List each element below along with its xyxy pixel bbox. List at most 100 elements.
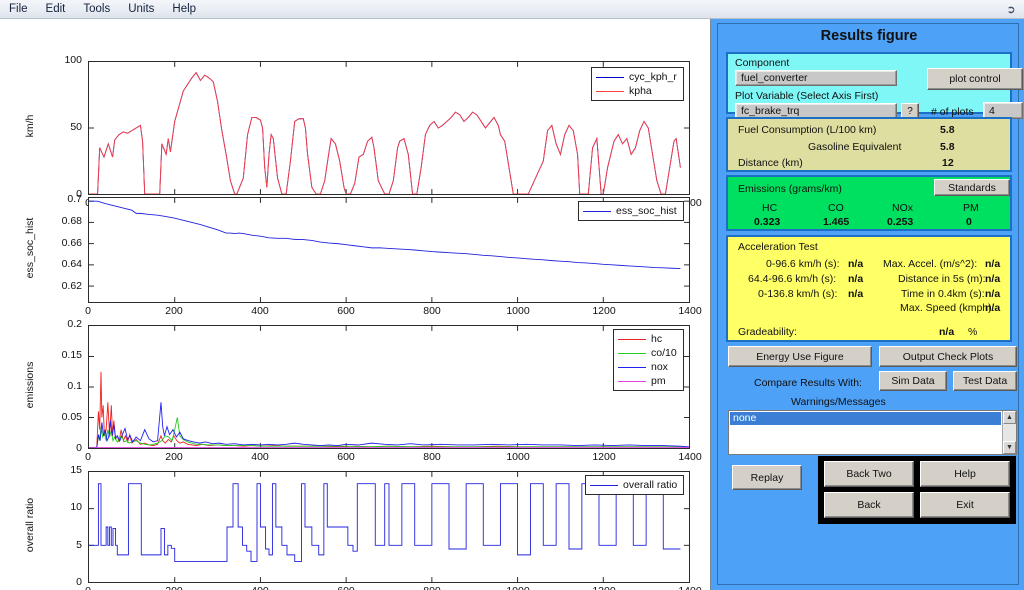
plot-0-legend[interactable]: cyc_kph_r kpha [591,67,684,101]
legend-entry: nox [618,361,677,373]
plot-1-xtick-1: 200 [165,305,183,317]
menu-item-units[interactable]: Units [119,0,163,18]
control-panel-frame: Results figure Component fuel_converter … [717,23,1023,585]
emissions-value-hc: 0.323 [754,216,781,228]
distance-label: Distance (km) [738,157,803,169]
menu-item-edit[interactable]: Edit [37,0,75,18]
plot-3-xtick-6: 1200 [581,585,627,590]
component-label: Component [735,57,790,69]
accel-right-2-value: n/a [985,288,1001,300]
legend-line-icon [618,366,646,368]
plot-3-xtick-4: 800 [409,585,455,590]
plot-variable-label: Plot Variable (Select Axis First) [735,90,879,102]
restore-window-icon[interactable]: ➲ [1004,3,1018,17]
legend-label: co/10 [651,347,677,359]
legend-line-icon [618,352,646,354]
plot-1-xtick-5: 1000 [506,305,530,317]
legend-entry: overall ratio [590,479,677,491]
menu-bar: File Edit Tools Units Help ➲ [0,0,1024,19]
back-button[interactable]: Back [824,492,914,518]
replay-button[interactable]: Replay [732,465,802,490]
component-group: Component fuel_converter plot control Pl… [726,52,1023,119]
plot-2-xtick-5: 1000 [506,451,530,463]
plot-1-xtick-4: 800 [423,305,441,317]
legend-label: overall ratio [623,479,678,491]
plot-3-ylabel: overall ratio [24,497,36,553]
scroll-up-icon[interactable]: ▲ [1003,411,1016,424]
sim-data-button[interactable]: Sim Data [879,371,947,391]
plot-1-xtick-2: 400 [251,305,269,317]
acceleration-test-title: Acceleration Test [738,241,818,253]
emissions-header-hc: HC [762,202,778,214]
legend-line-icon [590,484,618,486]
legend-line-icon [583,210,611,212]
accel-right-0-label: Max. Accel. (m/s^2): [883,258,978,270]
standards-button[interactable]: Standards [934,179,1010,196]
plot-2-xtick-0: 0 [85,451,91,463]
legend-label: nox [651,361,668,373]
compare-results-label: Compare Results With: [754,377,862,389]
plot-1-xtick-0: 0 [85,305,91,317]
accel-right-0-value: n/a [985,258,1001,270]
component-dropdown[interactable]: fuel_converter [735,70,897,86]
plot-2-xtick-3: 600 [337,451,355,463]
messages-scrollbar[interactable]: ▲ ▼ [1002,411,1016,454]
plot-axes-2[interactable] [88,325,690,449]
plot-2-xtick-2: 400 [251,451,269,463]
plot-2-legend[interactable]: hc co/10 nox pm [613,329,684,391]
accel-right-1-value: n/a [985,273,1001,285]
plot-2-xtick-1: 200 [165,451,183,463]
emissions-title: Emissions (grams/km) [738,183,842,195]
menu-item-tools[interactable]: Tools [74,0,119,18]
gradeability-unit: % [968,326,978,338]
distance-value: 12 [942,157,954,169]
legend-entry: cyc_kph_r [596,71,677,83]
gasoline-equivalent-label: Gasoline Equivalent [808,141,902,153]
help-button[interactable]: Help [920,461,1010,487]
plot-3-xtick-5: 1000 [495,585,541,590]
accel-row-0-value: n/a [848,258,864,270]
plot-3-xtick-1: 200 [151,585,197,590]
fuel-consumption-label: Fuel Consumption (L/100 km) [738,124,877,136]
plot-2-xtick-4: 800 [423,451,441,463]
accel-right-3-value: n/a [985,302,1001,314]
emissions-value-co: 1.465 [823,216,850,228]
panel-title: Results figure [820,28,918,44]
avisor-results-window: File Edit Tools Units Help ➲ 05010002004… [0,0,1024,590]
plot-1-ylabel: ess_soc_hist [24,217,36,279]
exit-button[interactable]: Exit [920,492,1010,518]
output-check-plots-button[interactable]: Output Check Plots [879,346,1017,367]
energy-use-figure-button[interactable]: Energy Use Figure [728,346,872,367]
gasoline-equivalent-value: 5.8 [940,141,955,153]
emissions-header-co: CO [828,202,844,214]
legend-label: ess_soc_hist [616,205,677,217]
accel-row-1-value: n/a [848,273,864,285]
legend-entry: hc [618,333,677,345]
legend-line-icon [596,76,624,78]
legend-line-icon [596,90,624,92]
plot-3-xtick-0: 0 [65,585,111,590]
plot-3-xtick-7: 1400 [667,585,713,590]
warnings-messages-list[interactable]: none ▲ ▼ [728,410,1017,455]
gradeability-value: n/a [939,326,955,338]
acceleration-test-group: Acceleration Test 0-96.6 km/h (s): n/a 6… [726,235,1012,342]
menu-item-help[interactable]: Help [163,0,205,18]
warning-item-selected[interactable]: none [730,412,1001,425]
legend-entry: co/10 [618,347,677,359]
legend-entry: ess_soc_hist [583,205,677,217]
accel-row-2-label: 0-136.8 km/h (s): [758,288,838,300]
scroll-down-icon[interactable]: ▼ [1003,441,1016,454]
plot-3-legend[interactable]: overall ratio [585,475,685,495]
back-two-button[interactable]: Back Two [824,461,914,487]
plot-control-button[interactable]: plot control [927,68,1023,90]
results-figure-plots: 0501000200400600800100012001400km/hcyc_k… [0,19,710,590]
plot-1-xtick-3: 600 [337,305,355,317]
plot-1-legend[interactable]: ess_soc_hist [578,201,684,221]
test-data-button[interactable]: Test Data [953,371,1017,391]
legend-line-icon [618,380,646,382]
emissions-value-nox: 0.253 [887,216,914,228]
gradeability-label: Gradeability: [738,326,797,338]
menu-item-file[interactable]: File [0,0,37,18]
accel-row-2-value: n/a [848,288,864,300]
accel-right-1-label: Distance in 5s (m): [898,273,986,285]
